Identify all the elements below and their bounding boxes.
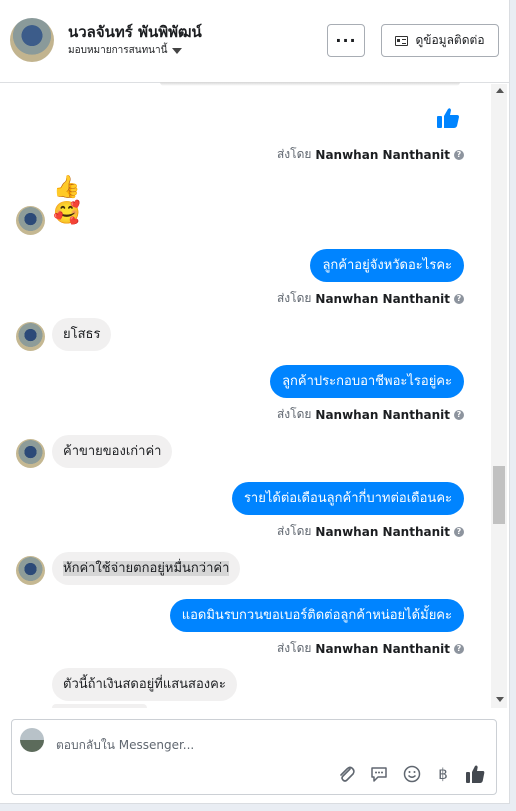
assign-conversation-dropdown[interactable]: มอบหมายการสนทนานี้ <box>68 43 183 58</box>
incoming-message[interactable]: ยโสธร <box>52 318 112 351</box>
info-icon[interactable]: ? <box>454 293 464 304</box>
view-contact-label: ดูข้อมูลติดต่อ <box>415 33 485 47</box>
assign-conversation-label: มอบหมายการสนทนานี้ <box>68 45 168 56</box>
outgoing-message[interactable]: แอดมินรบกวนขอเบอร์ติดต่อลูกค้าหน่อยได้มั… <box>169 599 464 632</box>
baht-icon[interactable]: ฿ <box>433 764 453 784</box>
sent-by-prefix: ส่งโดย <box>276 147 312 161</box>
scrollbar-thumb[interactable] <box>493 466 505 524</box>
outgoing-message[interactable]: ลูกค้าอยู่จังหวัดอะไรคะ <box>310 249 464 282</box>
sent-by-line: ส่งโดย Nanwhan Nanthanit ? <box>277 405 464 424</box>
sender-avatar[interactable] <box>16 322 45 351</box>
caret-down-icon <box>172 47 183 54</box>
emoji-icon[interactable] <box>402 764 422 784</box>
attach-icon[interactable] <box>337 764 357 784</box>
sender-avatar[interactable] <box>16 556 45 585</box>
outgoing-message[interactable]: ลูกค้าประกอบอาชีพอะไรอยู่คะ <box>270 365 464 398</box>
incoming-message[interactable]: ค้าขายของเก่าค่า <box>52 435 173 468</box>
previous-message-edge <box>160 82 460 86</box>
like-icon[interactable] <box>465 764 485 784</box>
sent-by-prefix: ส่งโดย <box>276 407 312 421</box>
scroll-up-arrow-icon[interactable] <box>496 88 504 93</box>
contact-card-icon <box>395 35 409 46</box>
scroll-down-arrow-icon[interactable] <box>496 697 504 702</box>
view-contact-button[interactable]: ดูข้อมูลติดต่อ <box>381 24 499 57</box>
scrollbar[interactable] <box>491 84 507 708</box>
selected-message-text: หักค่าใช้จ่ายตกอยู่หมื่นกว่าค่า <box>63 561 230 576</box>
conversation-header: นวลจันทร์ พันพิพัฒน์ มอบหมายการสนทนานี้ … <box>0 0 509 83</box>
contact-name[interactable]: นวลจันทร์ พันพิพัฒน์ <box>68 20 202 44</box>
sent-by-line: ส่งโดย Nanwhan Nanthanit ? <box>277 289 464 308</box>
sent-by-prefix: ส่งโดย <box>276 524 312 538</box>
like-thumb-icon <box>437 108 459 128</box>
sent-by-prefix: ส่งโดย <box>276 291 312 305</box>
contact-avatar[interactable] <box>10 18 54 62</box>
outgoing-message[interactable]: รายได้ต่อเดือนลูกค้ากี่บาทต่อเดือนคะ <box>231 482 464 515</box>
sender-name: Nanwhan Nanthanit <box>315 147 450 162</box>
sender-avatar[interactable] <box>16 206 45 235</box>
more-options-button[interactable]: ··· <box>327 24 365 57</box>
next-message-edge <box>52 704 147 708</box>
sender-name: Nanwhan Nanthanit <box>315 524 450 539</box>
sender-name: Nanwhan Nanthanit <box>315 641 450 656</box>
sent-by-prefix: ส่งโดย <box>276 641 312 655</box>
sent-by-line: ส่งโดย Nanwhan Nanthanit ? <box>277 522 464 541</box>
sender-name: Nanwhan Nanthanit <box>315 291 450 306</box>
info-icon[interactable]: ? <box>454 526 464 537</box>
info-icon[interactable]: ? <box>454 409 464 420</box>
sender-avatar[interactable] <box>16 439 45 468</box>
page-avatar <box>20 728 44 752</box>
conversation-panel: นวลจันทร์ พันพิพัฒน์ มอบหมายการสนทนานี้ … <box>0 0 510 804</box>
info-icon[interactable]: ? <box>454 643 464 654</box>
sender-name: Nanwhan Nanthanit <box>315 407 450 422</box>
info-icon[interactable]: ? <box>454 149 464 160</box>
reply-input[interactable]: ตอบกลับใน Messenger... <box>56 736 194 755</box>
chat-icon[interactable] <box>369 764 389 784</box>
incoming-message[interactable]: ตัวนี้ถ้าเงินสดอยู่ที่แสนสองคะ <box>52 668 237 701</box>
thumbs-up-emoji: 👍 <box>53 175 81 200</box>
emoji-message: 👍 🥰 <box>53 175 80 227</box>
sent-by-line: ส่งโดย Nanwhan Nanthanit ? <box>277 639 464 658</box>
smiling-hearts-emoji: 🥰 <box>53 201 81 226</box>
incoming-message[interactable]: หักค่าใช้จ่ายตกอยู่หมื่นกว่าค่า <box>52 552 241 585</box>
reply-composer[interactable]: ตอบกลับใน Messenger... ฿ <box>11 719 497 795</box>
sent-by-line: ส่งโดย Nanwhan Nanthanit ? <box>277 145 464 164</box>
more-icon: ··· <box>335 31 357 50</box>
